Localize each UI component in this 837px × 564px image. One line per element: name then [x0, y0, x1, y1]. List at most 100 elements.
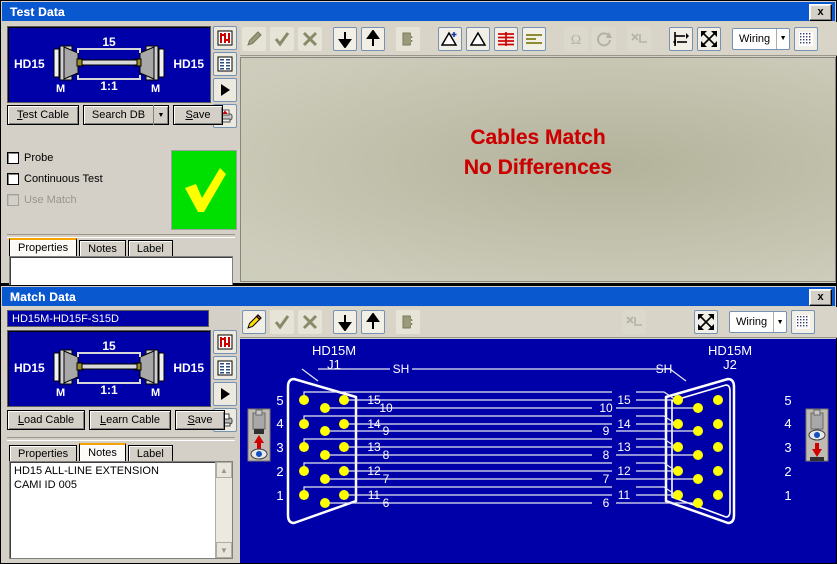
- probe-checkbox-row[interactable]: Probe: [7, 152, 53, 164]
- left-pin-label-13: 13: [367, 440, 381, 454]
- test-data-left-panel: HD15 HD15 15 1:1 M M Test Cable Search D…: [3, 22, 239, 292]
- accept-check-icon[interactable]: [270, 310, 294, 334]
- probe-checkbox[interactable]: [7, 152, 19, 164]
- match-toolbar: Wiring ▼: [240, 307, 837, 338]
- right-connector-type: HD15M: [708, 343, 752, 358]
- grid-icon[interactable]: [794, 26, 818, 51]
- fit-to-window-icon[interactable]: [694, 310, 718, 334]
- continuous-test-checkbox-label: Continuous Test: [24, 173, 103, 185]
- test-tab-label[interactable]: Label: [127, 240, 173, 256]
- test-tab-properties[interactable]: Properties: [9, 238, 78, 256]
- load-cable-label: oad Cable: [23, 414, 75, 426]
- right-pin-label-13: 13: [617, 440, 631, 454]
- run-icon[interactable]: [213, 382, 237, 406]
- left-pin-label-12: 12: [367, 464, 381, 478]
- olive-lines-icon[interactable]: [522, 26, 546, 51]
- probe-checkbox-label: Probe: [24, 152, 54, 164]
- right-pin-label-9: 9: [603, 424, 610, 438]
- match-name-field[interactable]: HD15M-HD15F-S15D: [7, 310, 209, 327]
- test-data-window: Test Data x HD15 HD15 15 1:1 M M Test Ca…: [0, 0, 837, 292]
- right-pin-label-7: 7: [603, 472, 610, 486]
- connector-icon[interactable]: [396, 26, 420, 51]
- chevron-down-icon[interactable]: ▼: [776, 28, 789, 49]
- left-pin-label-14: 14: [367, 417, 381, 431]
- measurement-icon[interactable]: [466, 26, 490, 51]
- left-pin-label-11: 11: [368, 488, 381, 502]
- search-db-button[interactable]: Search DB ▼: [83, 105, 169, 125]
- wiring-diagram-view[interactable]: HD15M J1 HD15M J2 SH SH 5 4 3 2 1 5 4 3 …: [240, 339, 836, 563]
- right-row-label-3: 3: [784, 440, 791, 455]
- test-tab-label-label: Label: [136, 242, 164, 255]
- match-data-close-button[interactable]: x: [809, 289, 832, 306]
- ohms-icon: Ω: [564, 26, 588, 51]
- load-cable-button[interactable]: Load Cable: [7, 410, 85, 430]
- edit-pencil-icon[interactable]: [242, 310, 266, 334]
- edit-pencil-icon[interactable]: [242, 26, 266, 51]
- notes-vertical-scrollbar[interactable]: ▲ ▼: [215, 462, 232, 558]
- scroll-up-icon[interactable]: ▲: [216, 462, 232, 478]
- grid-icon[interactable]: [791, 310, 815, 334]
- probe-target-icon: [805, 408, 829, 462]
- match-tab-notes[interactable]: Notes: [79, 443, 126, 461]
- match-cable-graphic[interactable]: HD15 HD15 15 1:1 M M: [7, 330, 211, 407]
- use-match-checkbox: [7, 194, 19, 206]
- fit-to-window-icon[interactable]: [697, 26, 721, 51]
- test-data-close-button[interactable]: x: [809, 4, 832, 21]
- run-icon[interactable]: [213, 78, 237, 102]
- difference-message-line2: No Differences: [463, 156, 613, 179]
- list-view-icon[interactable]: [213, 356, 237, 380]
- difference-message-line1: Cables Match: [470, 126, 606, 149]
- left-row-label-1: 1: [276, 488, 283, 503]
- right-row-label-1: 1: [784, 488, 791, 503]
- accept-check-icon[interactable]: [270, 26, 294, 51]
- cancel-x-icon[interactable]: [298, 26, 322, 51]
- right-connector-ref: J2: [723, 357, 737, 372]
- test-toolbar: Ω Wiring ▼: [240, 22, 837, 56]
- match-tab-label[interactable]: Label: [127, 445, 173, 461]
- right-pin-label-10: 10: [599, 401, 613, 415]
- probe-source-icon: [247, 408, 271, 462]
- cable-illustration: [53, 45, 165, 81]
- right-row-label-4: 4: [784, 416, 791, 431]
- test-cable-button[interactable]: Test Cable: [7, 105, 79, 125]
- test-tab-notes[interactable]: Notes: [79, 240, 126, 256]
- move-down-icon[interactable]: [333, 310, 357, 334]
- learn-cable-button[interactable]: Learn Cable: [89, 410, 171, 430]
- match-save-button[interactable]: Save: [175, 410, 225, 430]
- match-tab-properties-label: Properties: [18, 447, 69, 460]
- netlist-icon[interactable]: [213, 330, 237, 354]
- connector-icon[interactable]: [396, 310, 420, 334]
- match-tab-notes-label: Notes: [88, 447, 117, 459]
- right-pin-label-12: 12: [617, 464, 631, 478]
- swap-icon[interactable]: [669, 26, 693, 51]
- match-data-left-panel: HD15M-HD15F-S15D HD15 HD15 15 1:1 M M Lo…: [3, 307, 239, 563]
- cancel-x-icon[interactable]: [298, 310, 322, 334]
- list-view-icon[interactable]: [213, 52, 237, 76]
- left-pin-label-9: 9: [383, 424, 390, 438]
- search-db-dropdown-arrow[interactable]: ▼: [153, 105, 168, 125]
- left-pin-label-6: 6: [383, 496, 390, 510]
- scroll-down-icon[interactable]: ▼: [216, 542, 232, 558]
- left-row-label-2: 2: [276, 464, 283, 479]
- continuous-test-checkbox-row[interactable]: Continuous Test: [7, 173, 103, 185]
- use-match-checkbox-label: Use Match: [24, 194, 77, 206]
- pass-check-icon: [185, 168, 226, 212]
- test-view-mode-combo[interactable]: Wiring ▼: [732, 27, 790, 50]
- match-tabstrip: Properties Notes Label: [9, 443, 175, 461]
- continuous-test-checkbox[interactable]: [7, 173, 19, 185]
- chevron-down-icon[interactable]: ▼: [773, 312, 786, 332]
- red-lines-icon[interactable]: [494, 26, 518, 51]
- move-up-icon[interactable]: [361, 26, 385, 51]
- left-connector-type: HD15M: [312, 343, 356, 358]
- netlist-icon[interactable]: [213, 26, 237, 50]
- test-save-button[interactable]: Save: [173, 105, 223, 125]
- add-measurement-icon[interactable]: [438, 26, 462, 51]
- move-up-icon[interactable]: [361, 310, 385, 334]
- left-pin-label-7: 7: [383, 472, 390, 486]
- move-down-icon[interactable]: [333, 26, 357, 51]
- difference-view[interactable]: Cables Match No Differences: [240, 57, 836, 282]
- match-view-mode-combo[interactable]: Wiring ▼: [729, 311, 787, 333]
- match-tab-properties[interactable]: Properties: [9, 445, 78, 461]
- test-cable-graphic[interactable]: HD15 HD15 15 1:1 M M: [7, 26, 211, 103]
- match-notes-textarea[interactable]: HD15 ALL-LINE EXTENSION CAMI ID 005 ▲ ▼: [9, 461, 233, 559]
